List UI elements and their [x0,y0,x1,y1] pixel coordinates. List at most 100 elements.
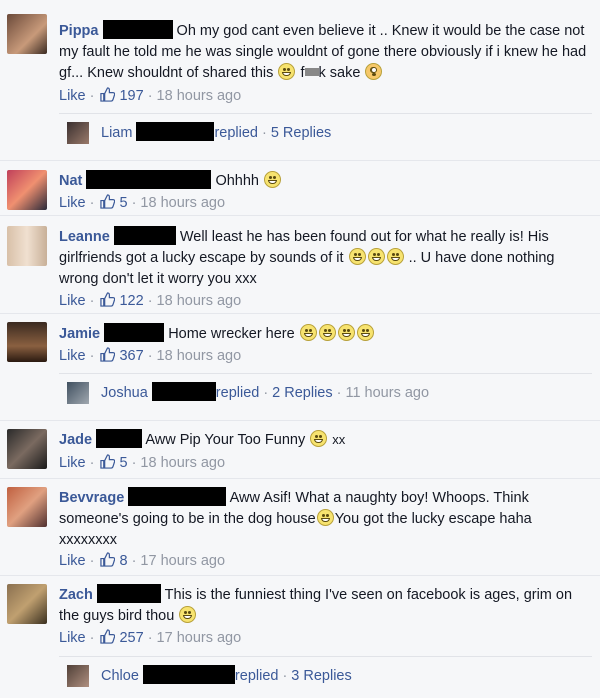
reply-count[interactable]: 2 Replies [272,385,332,401]
comment-author[interactable]: Jade [59,432,92,448]
timestamp[interactable]: 17 hours ago [157,630,242,646]
comment-body: Zach This is the funniest thing I've see… [59,584,592,627]
thumbs-up-icon [100,629,116,644]
comment-author[interactable]: Nat [59,173,82,189]
like-link[interactable]: Like [59,553,86,569]
comment-author[interactable]: Jamie [59,326,100,342]
avatar[interactable] [7,170,47,210]
comment-nat: Nat Ohhhh Like · 5 · 18 hours ago [0,160,600,216]
thumbs-up-icon [100,292,116,307]
reply-author[interactable]: Joshua [101,385,148,401]
comment-text: Home wrecker here [168,326,295,342]
reply-summary[interactable]: Joshua replied · 2 Replies · 11 hours ago [59,373,592,411]
like-count[interactable]: 367 [119,348,143,364]
grin-emoji-icon [310,430,328,447]
like-count[interactable]: 257 [119,630,143,646]
comment-text-tail: xx [332,432,346,447]
redaction-bar [151,382,216,401]
redaction-bar [102,20,173,39]
comment-meta: Like · 5 · 18 hours ago [59,454,226,471]
redaction-bar [113,226,176,245]
reply-author[interactable]: Chloe [101,668,139,684]
timestamp[interactable]: 18 hours ago [140,455,225,471]
redaction-bar [104,323,165,342]
like-count[interactable]: 197 [119,88,143,104]
reply-timestamp[interactable]: 11 hours ago [345,385,429,401]
grin-emoji-icon [316,509,334,526]
avatar[interactable] [7,14,47,54]
like-link[interactable]: Like [59,630,86,646]
reply-avatar [67,122,89,144]
timestamp[interactable]: 18 hours ago [140,195,225,211]
comment-jade: Jade Aww Pip Your Too Funny xx Like · 5 · 1… [0,420,600,479]
reply-avatar [67,382,89,404]
grin-emoji-icon [299,324,317,341]
like-link[interactable]: Like [59,348,86,364]
comment-author[interactable]: Leanne [59,229,110,245]
grin-emoji-icon [278,63,296,80]
comment-author[interactable]: Zach [59,587,93,603]
thumbs-up-icon [100,454,116,469]
timestamp[interactable]: 18 hours ago [157,348,242,364]
comment-body: Jamie Home wrecker here [59,323,592,345]
reply-avatar [67,665,89,687]
reply-action[interactable]: replied [235,668,279,684]
comment-meta: Like · 257 · 17 hours ago [59,629,242,646]
reply-action[interactable]: replied [216,385,260,401]
timestamp[interactable]: 18 hours ago [157,88,242,104]
grin-emoji-icon [264,171,282,188]
avatar[interactable] [7,226,47,266]
flushed-emoji-icon [365,63,383,80]
comment-author[interactable]: Bevvrage [59,490,124,506]
comment-body: Leanne Well least he has been found out … [59,226,592,290]
grin-emoji-icon [367,248,385,265]
reply-count[interactable]: 3 Replies [291,668,351,684]
like-count[interactable]: 8 [119,553,127,569]
reply-summary[interactable]: Chloe replied · 3 Replies [59,656,592,694]
comment-meta: Like · 8 · 17 hours ago [59,552,226,569]
thumbs-up-icon [100,194,116,209]
like-link[interactable]: Like [59,88,86,104]
reply-author[interactable]: Liam [101,125,132,141]
comment-text-tail: k sake [318,65,361,81]
like-link[interactable]: Like [59,455,86,471]
redaction-bar [142,665,235,684]
avatar[interactable] [7,584,47,624]
timestamp[interactable]: 17 hours ago [140,553,225,569]
redaction-bar [96,429,143,448]
thumbs-up-icon [100,347,116,362]
redaction-bar [96,584,161,603]
like-count[interactable]: 5 [119,195,127,211]
comment-author[interactable]: Pippa [59,23,98,39]
like-link[interactable]: Like [59,293,86,309]
comment-text: Aww Pip Your Too Funny [145,432,306,448]
redaction-bar [304,68,319,76]
avatar[interactable] [7,322,47,362]
comment-meta: Like · 197 · 18 hours ago [59,87,242,104]
like-link[interactable]: Like [59,195,86,211]
comment-meta: Like · 5 · 18 hours ago [59,194,226,211]
comment-zach: Zach This is the funniest thing I've see… [0,575,600,698]
grin-emoji-icon [386,248,404,265]
avatar[interactable] [7,487,47,527]
timestamp[interactable]: 18 hours ago [157,293,242,309]
comment-body: Jade Aww Pip Your Too Funny xx [59,429,592,451]
grin-emoji-icon [356,324,374,341]
comment-jamie: Jamie Home wrecker here Like · 367 · 18 hou… [0,313,600,421]
like-count[interactable]: 5 [119,455,127,471]
reply-count[interactable]: 5 Replies [271,125,331,141]
reply-action[interactable]: replied [214,125,258,141]
thumbs-up-icon [100,87,116,102]
like-count[interactable]: 122 [119,293,143,309]
comment-body: Pippa Oh my god cant even believe it .. … [59,20,592,84]
redaction-bar [86,170,212,189]
redaction-bar [128,487,227,506]
grin-emoji-icon [348,248,366,265]
thumbs-up-icon [100,552,116,567]
grin-emoji-icon [318,324,336,341]
comment-meta: Like · 122 · 18 hours ago [59,292,242,309]
comment-bevvrage: Bevvrage Aww Asif! What a naughty boy! W… [0,478,600,576]
reply-summary[interactable]: Liam replied · 5 Replies [59,113,592,151]
avatar[interactable] [7,429,47,469]
grin-emoji-icon [179,606,197,623]
